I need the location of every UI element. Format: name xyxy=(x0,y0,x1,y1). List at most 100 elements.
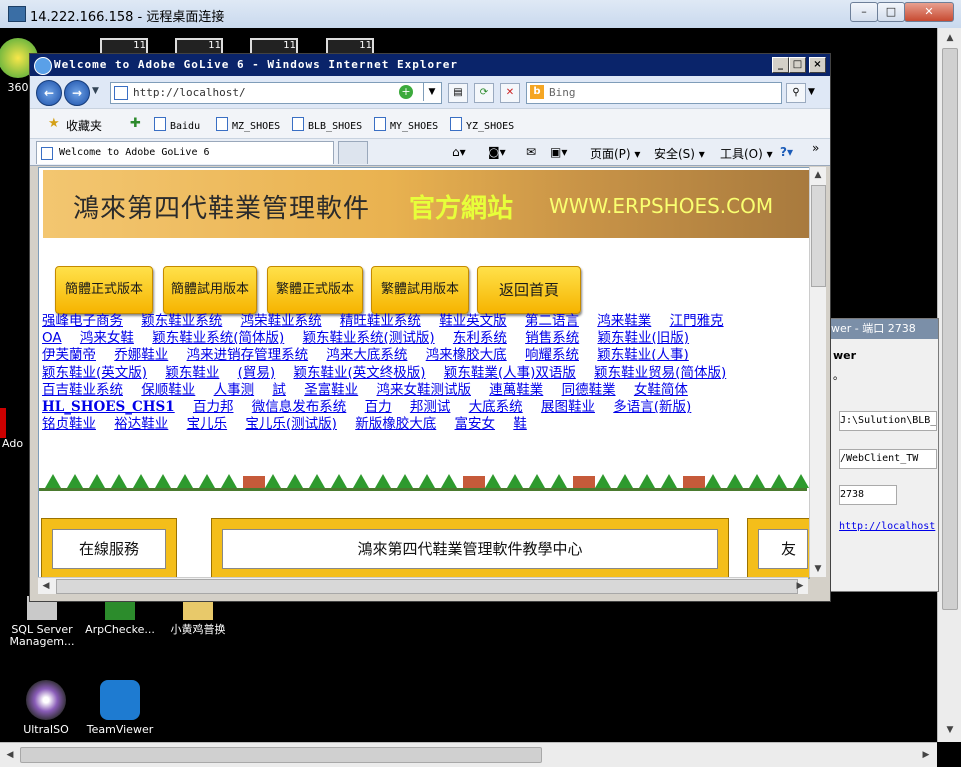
system-link[interactable]: 江門雅克 xyxy=(670,313,724,329)
rdp-title-bar[interactable]: 14.222.166.158 - 远程桌面连接 – □ ✕ xyxy=(0,0,961,29)
system-link[interactable]: 大底系统 xyxy=(469,399,523,415)
page-horizontal-scrollbar[interactable]: ◀ ▶ xyxy=(38,577,808,594)
fav-link-baidu[interactable]: Baidu xyxy=(154,117,200,132)
teaching-center-plank[interactable]: 鴻來第四代鞋業管理軟件教學中心 xyxy=(211,518,729,578)
home-icon[interactable]: ⌂▾ xyxy=(452,145,466,159)
system-link[interactable]: 销售系统 xyxy=(525,330,579,346)
add-favorite-icon[interactable]: ✚ xyxy=(130,116,141,131)
search-input[interactable]: Bing xyxy=(549,86,576,99)
system-link[interactable]: 东利系统 xyxy=(453,330,507,346)
system-link[interactable]: HL_SHOES_CHS1 xyxy=(42,399,175,415)
ie-window[interactable]: Welcome to Adobe GoLive 6 - Windows Inte… xyxy=(29,53,831,602)
scroll-left-icon[interactable]: ◀ xyxy=(2,747,18,763)
ie-maximize-button[interactable]: □ xyxy=(789,57,806,73)
close-button[interactable]: ✕ xyxy=(904,2,954,22)
system-link[interactable]: 鸿来女鞋 xyxy=(80,330,134,346)
system-link[interactable]: 邦测试 xyxy=(410,399,451,415)
simplified-trial-button[interactable]: 簡體試用版本 xyxy=(163,266,257,314)
scroll-thumb[interactable] xyxy=(811,185,826,287)
fav-link-yz-shoes[interactable]: YZ_SHOES xyxy=(450,117,514,132)
favorites-star-icon[interactable]: ★ xyxy=(48,116,60,131)
search-icon[interactable]: ⚲ xyxy=(786,83,806,103)
fav-link-mz-shoes[interactable]: MZ_SHOES xyxy=(216,117,280,132)
system-link[interactable]: 新版橡胶大底 xyxy=(355,416,436,432)
address-bar[interactable]: http://localhost/ + ▼ xyxy=(110,82,442,104)
system-link[interactable]: 强峰电子商务 xyxy=(42,313,123,329)
compatibility-icon[interactable]: ▤ xyxy=(448,83,468,103)
scroll-right-icon[interactable]: ▶ xyxy=(792,578,808,594)
new-tab-button[interactable] xyxy=(338,141,368,164)
fav-link-blb-shoes[interactable]: BLB_SHOES xyxy=(292,117,362,132)
friendship-plank[interactable]: 友誼 xyxy=(747,518,809,578)
system-link[interactable]: 颖东鞋业系统(测试版) xyxy=(303,330,435,346)
system-link[interactable]: 伊芙蘭帝 xyxy=(42,347,96,363)
desktop-icon-ultraiso[interactable]: UltraISO xyxy=(6,680,86,736)
system-link[interactable]: 颖东鞋业(旧版) xyxy=(598,330,690,346)
system-link[interactable]: 颖东鞋业系统 xyxy=(141,313,222,329)
home-button[interactable]: 返回首頁 xyxy=(477,266,581,314)
rdp-horizontal-scrollbar[interactable]: ◀ ▶ xyxy=(0,742,937,767)
localhost-link[interactable]: http://localhost xyxy=(839,521,935,532)
system-link[interactable]: 鸿荣鞋业系统 xyxy=(241,313,322,329)
system-link[interactable]: 铭贞鞋业 xyxy=(42,416,96,432)
system-link[interactable]: 颖东鞋業(人事)双语版 xyxy=(444,365,576,381)
online-service-plank[interactable]: 在線服務 xyxy=(41,518,177,578)
system-link[interactable]: 圣富鞋业 xyxy=(304,382,358,398)
system-link[interactable]: 富安女 xyxy=(455,416,496,432)
system-link[interactable]: 多语言(新版) xyxy=(613,399,691,415)
system-link[interactable]: 鸿来进销存管理系统 xyxy=(187,347,309,363)
rdp-vertical-scrollbar[interactable]: ▲ ▼ xyxy=(937,28,961,742)
refresh-icon[interactable]: ⟳ xyxy=(474,83,494,103)
address-dropdown-icon[interactable]: ▼ xyxy=(423,83,440,101)
system-link[interactable]: 連萬鞋業 xyxy=(489,382,543,398)
history-dropdown-icon[interactable]: ▼ xyxy=(92,86,99,96)
desktop-icon-sql-server[interactable]: SQL Server Managem... xyxy=(2,596,82,648)
system-link[interactable]: 宝儿乐 xyxy=(187,416,228,432)
scroll-left-icon[interactable]: ◀ xyxy=(38,578,54,594)
system-link[interactable]: 颖东鞋业系统(简体版) xyxy=(152,330,284,346)
favorites-button[interactable]: 收藏夹 xyxy=(66,117,102,134)
tab-welcome[interactable]: Welcome to Adobe GoLive 6 xyxy=(36,141,334,164)
tools-menu[interactable]: 工具(O) ▾ xyxy=(720,145,773,162)
system-link[interactable]: 鸿来女鞋测试版 xyxy=(376,382,471,398)
system-link[interactable]: 百力 xyxy=(365,399,392,415)
desktop-icon-arpchecker[interactable]: ArpChecke... xyxy=(80,596,160,636)
system-link[interactable]: 鸿来鞋業 xyxy=(597,313,651,329)
system-link[interactable]: 百吉鞋业系统 xyxy=(42,382,123,398)
system-link[interactable]: 鞋 xyxy=(513,416,527,432)
system-link[interactable]: (貿易) xyxy=(238,365,276,381)
system-link[interactable]: 颖东鞋业(英文版) xyxy=(42,365,147,381)
mail-icon[interactable]: ✉ xyxy=(526,145,536,159)
scroll-thumb[interactable] xyxy=(20,747,542,763)
ie-close-button[interactable]: × xyxy=(809,57,826,73)
background-server-window[interactable]: wer - 端口 2738 wer 。 J:\Sulution\BLB_ /We… xyxy=(828,318,939,592)
scroll-up-icon[interactable]: ▲ xyxy=(942,30,958,46)
virtual-path-field[interactable]: /WebClient_TW xyxy=(839,449,937,469)
page-vertical-scrollbar[interactable]: ▲ ▼ xyxy=(809,167,826,577)
system-link[interactable]: 颖东鞋业(人事) xyxy=(597,347,689,363)
search-box[interactable]: b Bing xyxy=(526,82,782,104)
scroll-down-icon[interactable]: ▼ xyxy=(942,722,958,738)
system-link[interactable]: 女鞋简体 xyxy=(634,382,688,398)
system-link[interactable]: 乔娜鞋业 xyxy=(114,347,168,363)
print-icon[interactable]: ▣▾ xyxy=(550,145,567,159)
simplified-full-button[interactable]: 簡體正式版本 xyxy=(55,266,153,314)
maximize-button[interactable]: □ xyxy=(877,2,905,22)
scroll-thumb[interactable] xyxy=(56,579,798,594)
back-button[interactable]: ← xyxy=(36,80,62,106)
traditional-trial-button[interactable]: 繁體試用版本 xyxy=(371,266,469,314)
system-link[interactable]: 裕达鞋业 xyxy=(114,416,168,432)
scroll-right-icon[interactable]: ▶ xyxy=(918,747,934,763)
system-link[interactable]: 宝儿乐(测试版) xyxy=(245,416,337,432)
system-link[interactable]: 鸿来大底系统 xyxy=(326,347,407,363)
traditional-full-button[interactable]: 繁體正式版本 xyxy=(267,266,363,314)
forward-button[interactable]: → xyxy=(64,80,90,106)
desktop-icon-folder[interactable]: 小黄鸡普换 xyxy=(158,596,238,636)
system-link[interactable]: 响耀系统 xyxy=(525,347,579,363)
page-menu[interactable]: 页面(P) ▾ xyxy=(590,145,640,162)
ie-title-bar[interactable]: Welcome to Adobe GoLive 6 - Windows Inte… xyxy=(30,54,830,76)
chevron-more-icon[interactable]: » xyxy=(812,141,819,155)
scroll-thumb[interactable] xyxy=(942,48,958,610)
physical-path-field[interactable]: J:\Sulution\BLB_ xyxy=(839,411,937,431)
system-link[interactable]: 颖东鞋业贸易(简体版) xyxy=(594,365,726,381)
